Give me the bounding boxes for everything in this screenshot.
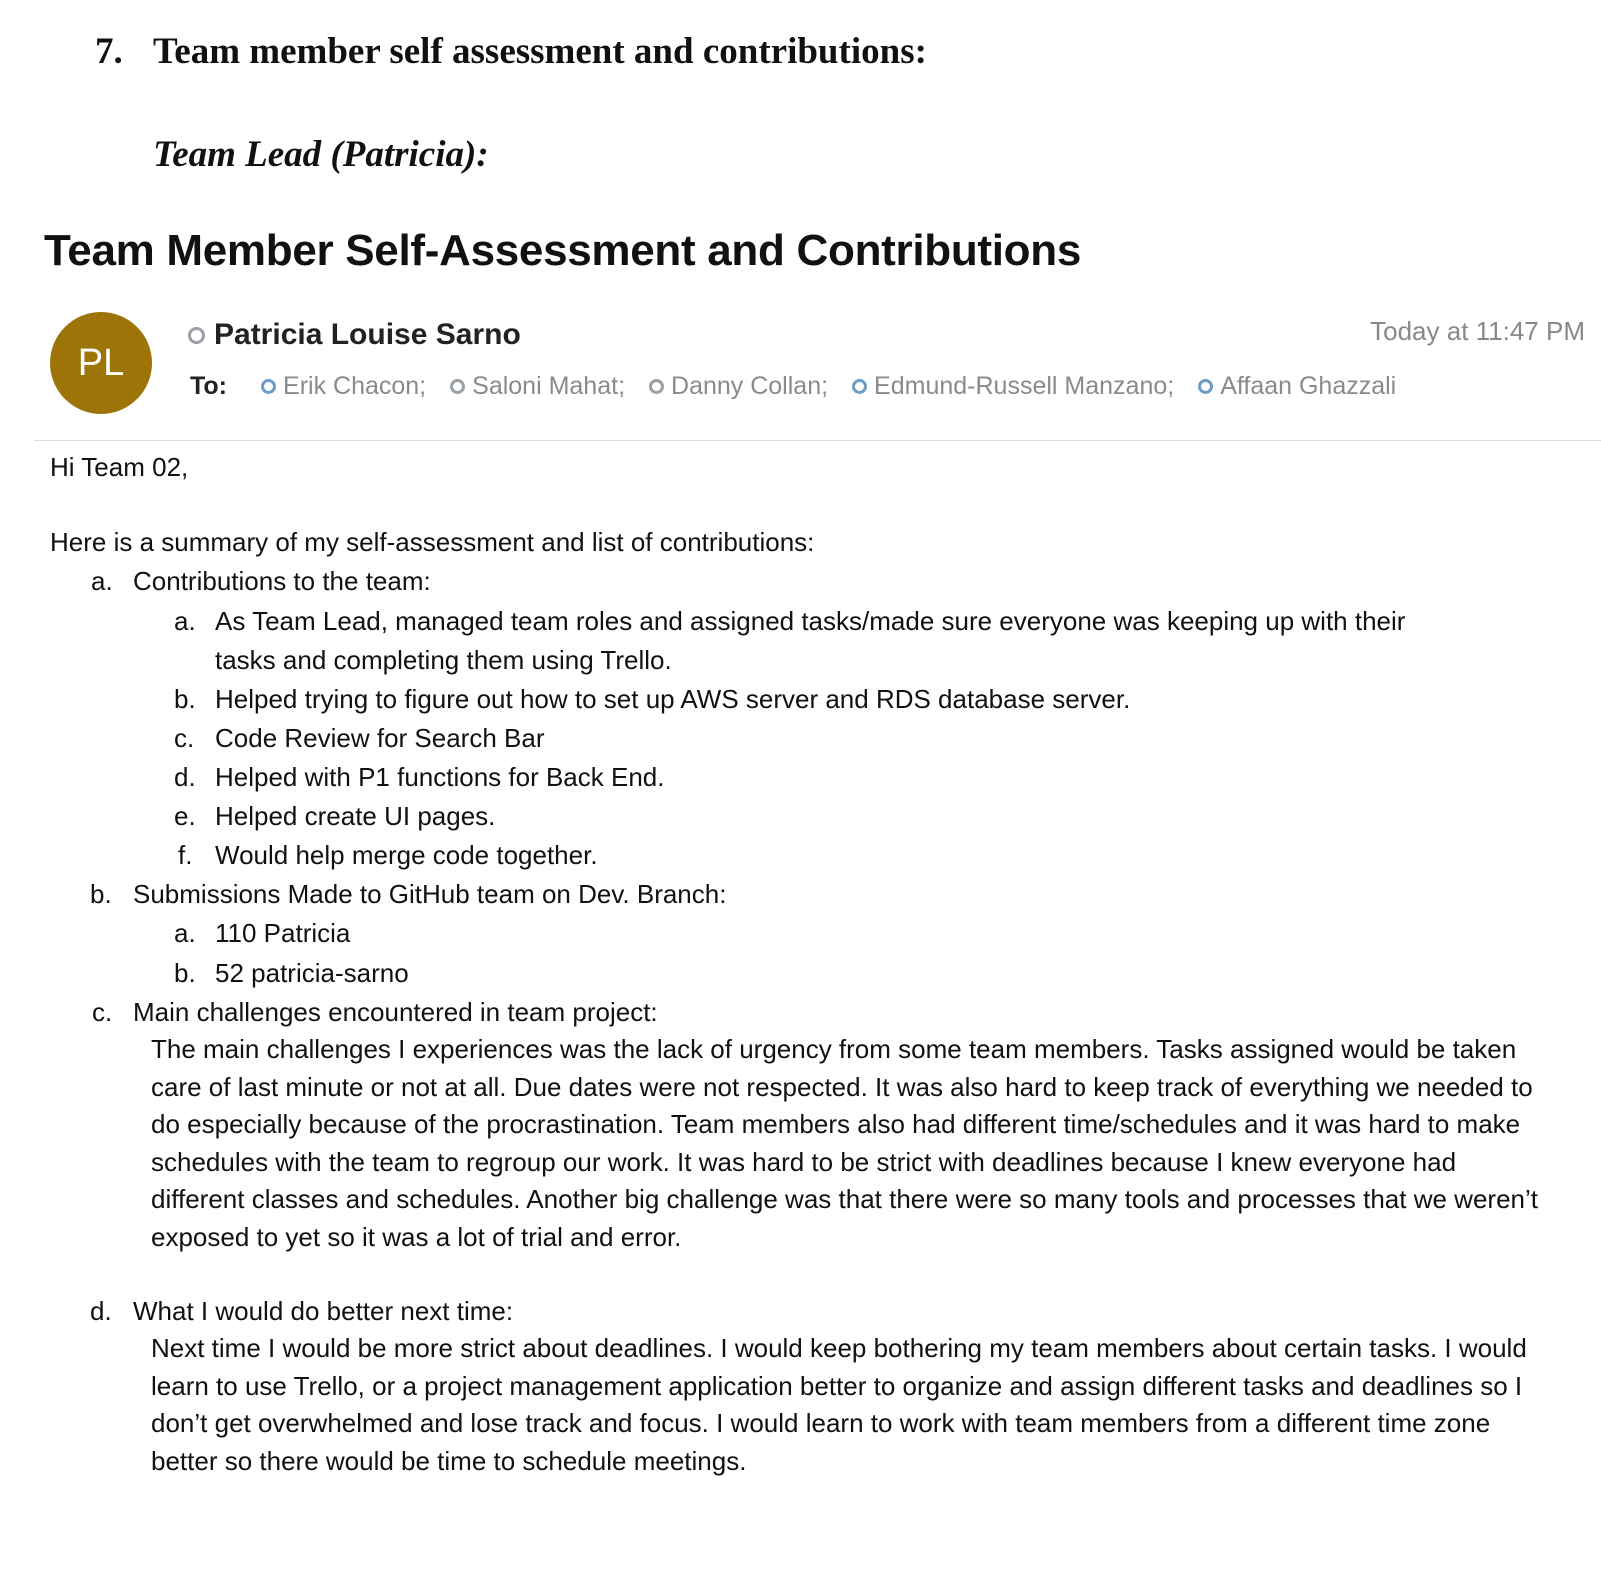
section-heading: 7. Team member self assessment and contri…	[95, 30, 927, 73]
greeting: Hi Team 02,	[50, 452, 189, 482]
list-marker: a.	[174, 606, 196, 636]
status-circle-icon	[649, 379, 665, 394]
header-divider	[34, 440, 1601, 441]
recipient[interactable]: Affaan Ghazzali	[1198, 372, 1396, 401]
list-marker: e.	[174, 801, 196, 831]
avatar-initials: PL	[77, 341, 125, 384]
section-title: Team member self assessment and contribu…	[153, 31, 927, 72]
list-item: tasks and completing them using Trello.	[215, 645, 672, 675]
recipient[interactable]: Edmund-Russell Manzano;	[852, 372, 1174, 401]
recipient-name: Affaan Ghazzali	[1220, 372, 1397, 400]
list-marker: d.	[174, 762, 196, 792]
to-label: To:	[190, 372, 228, 400]
section-title: Contributions to the team:	[133, 566, 431, 596]
list-marker: f.	[178, 840, 193, 870]
intro-text: Here is a summary of my self-assessment …	[50, 527, 815, 557]
list-item: 110 Patricia	[215, 918, 351, 948]
list-item: Helped trying to figure out how to set u…	[215, 684, 1131, 714]
list-marker: b.	[174, 684, 196, 714]
email-timestamp: Today at 11:47 PM	[1370, 316, 1585, 346]
list-item: As Team Lead, managed team roles and ass…	[215, 606, 1406, 636]
improvements-paragraph: Next time I would be more strict about d…	[151, 1333, 1527, 1476]
recipient[interactable]: Saloni Mahat;	[450, 372, 625, 401]
list-item: Code Review for Search Bar	[215, 723, 545, 753]
status-circle-icon	[261, 379, 277, 394]
status-circle-icon	[852, 379, 868, 394]
list-marker: a.	[174, 918, 196, 948]
team-lead-subheading: Team Lead (Patricia):	[153, 134, 489, 175]
list-marker: c.	[92, 997, 113, 1027]
section-number: 7.	[95, 31, 123, 72]
sender-label: Patricia Louise Sarno	[214, 318, 521, 351]
list-marker: d.	[90, 1296, 112, 1326]
section-title: What I would do better next time:	[133, 1296, 514, 1326]
section-title: Main challenges encountered in team proj…	[133, 997, 658, 1027]
list-marker: c.	[174, 723, 195, 753]
status-circle-icon	[1198, 379, 1214, 394]
sender-name[interactable]: Patricia Louise Sarno	[188, 318, 521, 352]
challenges-paragraph: The main challenges I experiences was th…	[151, 1034, 1538, 1252]
recipient[interactable]: Danny Collan;	[649, 372, 828, 401]
list-marker: b.	[90, 879, 112, 909]
recipient-name: Edmund-Russell Manzano;	[874, 372, 1175, 400]
recipient-name: Saloni Mahat;	[472, 372, 626, 400]
list-marker: b.	[174, 958, 196, 988]
recipient-name: Erik Chacon;	[283, 372, 427, 400]
list-item: Would help merge code together.	[215, 840, 598, 870]
avatar: PL	[50, 312, 152, 414]
recipient-name: Danny Collan;	[671, 372, 829, 400]
list-marker: a.	[91, 566, 113, 596]
section-title: Submissions Made to GitHub team on Dev. …	[133, 879, 727, 909]
list-item: Helped with P1 functions for Back End.	[215, 762, 665, 792]
recipient[interactable]: Erik Chacon;	[261, 372, 426, 401]
list-item: 52 patricia-sarno	[215, 958, 409, 988]
status-circle-icon	[188, 326, 205, 344]
status-circle-icon	[450, 379, 466, 394]
email-subject: Team Member Self-Assessment and Contribu…	[44, 226, 1082, 275]
recipients-row: To: Erik Chacon; Saloni Mahat; Danny Col…	[190, 372, 1420, 401]
list-item: Helped create UI pages.	[215, 801, 496, 831]
